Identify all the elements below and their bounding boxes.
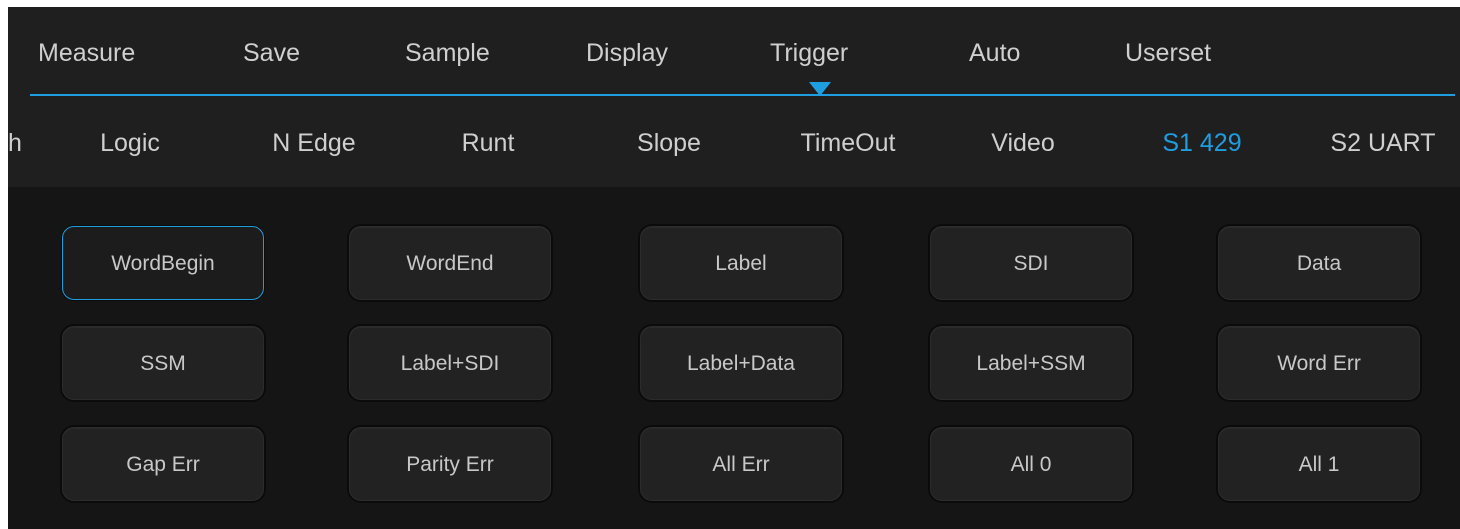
condition-button-sdi[interactable]: SDI <box>930 226 1132 300</box>
condition-button-gap-err[interactable]: Gap Err <box>62 427 264 501</box>
trigger-type-timeout[interactable]: TimeOut <box>773 127 923 159</box>
trigger-type-bar: h Logic N Edge Runt Slope TimeOut Video … <box>8 97 1460 187</box>
top-menu-bar: Measure Save Sample Display Trigger Auto… <box>8 7 1460 97</box>
menu-underline <box>30 94 1455 96</box>
condition-button-all-1[interactable]: All 1 <box>1218 427 1420 501</box>
condition-button-all-err[interactable]: All Err <box>640 427 842 501</box>
trigger-type-video[interactable]: Video <box>963 127 1083 159</box>
trigger-type-slope[interactable]: Slope <box>609 127 729 159</box>
trigger-type-s2-uart[interactable]: S2 UART <box>1308 127 1458 159</box>
trigger-type-runt[interactable]: Runt <box>428 127 548 159</box>
trigger-type-n-edge[interactable]: N Edge <box>244 127 384 159</box>
trigger-settings-panel: Measure Save Sample Display Trigger Auto… <box>8 7 1460 529</box>
condition-button-label-sdi[interactable]: Label+SDI <box>349 326 551 400</box>
menu-auto[interactable]: Auto <box>969 37 1020 69</box>
condition-button-label-ssm[interactable]: Label+SSM <box>930 326 1132 400</box>
menu-save[interactable]: Save <box>243 37 300 69</box>
menu-trigger[interactable]: Trigger <box>770 37 848 69</box>
trigger-type-partial[interactable]: h <box>8 127 30 159</box>
condition-button-label[interactable]: Label <box>640 226 842 300</box>
menu-userset[interactable]: Userset <box>1125 37 1211 69</box>
arinc429-condition-grid: WordBegin WordEnd Label SDI Data SSM Lab… <box>8 187 1460 529</box>
condition-button-wordend[interactable]: WordEnd <box>349 226 551 300</box>
condition-button-parity-err[interactable]: Parity Err <box>349 427 551 501</box>
condition-button-ssm[interactable]: SSM <box>62 326 264 400</box>
trigger-type-s1-429[interactable]: S1 429 <box>1137 127 1267 159</box>
condition-button-word-err[interactable]: Word Err <box>1218 326 1420 400</box>
menu-measure[interactable]: Measure <box>38 37 135 69</box>
condition-button-label-data[interactable]: Label+Data <box>640 326 842 400</box>
menu-display[interactable]: Display <box>586 37 668 69</box>
menu-sample[interactable]: Sample <box>405 37 490 69</box>
condition-button-all-0[interactable]: All 0 <box>930 427 1132 501</box>
condition-button-data[interactable]: Data <box>1218 226 1420 300</box>
condition-button-wordbegin[interactable]: WordBegin <box>62 226 264 300</box>
trigger-type-logic[interactable]: Logic <box>70 127 190 159</box>
